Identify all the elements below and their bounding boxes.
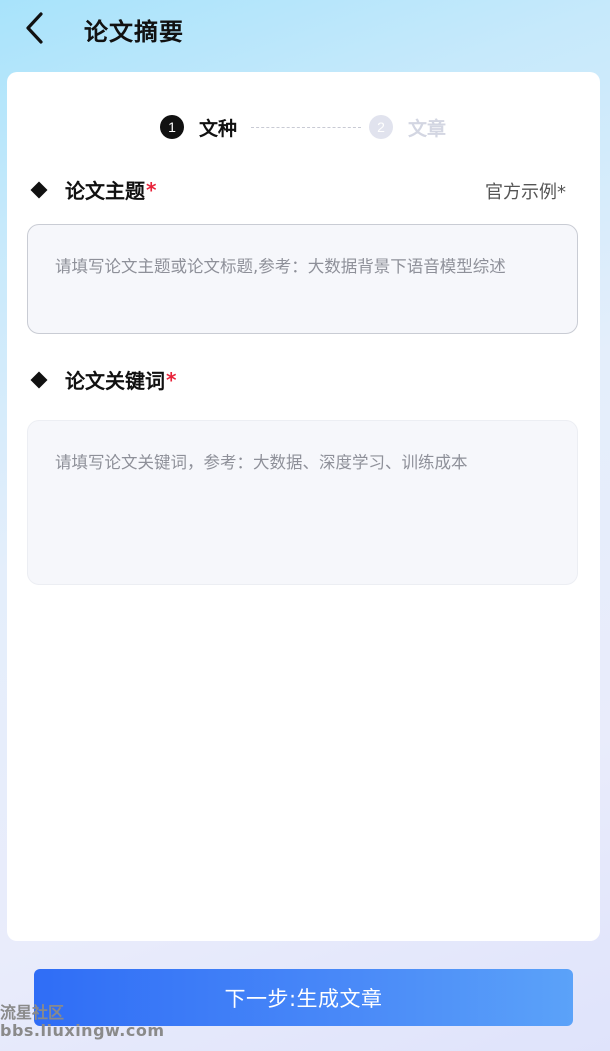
diamond-bullet-icon	[30, 181, 48, 198]
back-button[interactable]	[12, 8, 56, 48]
required-mark: *	[146, 177, 157, 202]
watermark: 流星社区 bbs.liuxingw.com	[0, 1003, 165, 1041]
topic-input[interactable]	[27, 224, 578, 334]
step-2-label: 文章	[408, 117, 447, 140]
header-bar: 论文摘要	[0, 0, 610, 60]
keywords-label: 论文关键词	[65, 369, 165, 393]
watermark-line-1: 流星社区	[0, 1003, 65, 1022]
keywords-input[interactable]	[27, 420, 578, 585]
step-2-number: 2	[369, 115, 394, 139]
chevron-left-icon	[26, 12, 43, 44]
step-indicator: 1 文种 2 文章	[160, 114, 446, 140]
step-connector	[251, 126, 362, 128]
diamond-bullet-icon	[30, 371, 48, 388]
topic-section-title: 论文主题 *	[29, 175, 156, 204]
step-1-label: 文种	[199, 117, 238, 140]
topic-label: 论文主题	[65, 179, 145, 203]
step-1-number: 1	[160, 115, 184, 139]
page-title: 论文摘要	[84, 18, 184, 46]
form-card: 1 文种 2 文章 论文主题* 官方示例* 论文关键词*	[7, 72, 600, 941]
watermark-line-2: bbs.liuxingw.com	[0, 1021, 165, 1041]
official-example-link[interactable]: 官方示例*	[485, 178, 566, 204]
keywords-section-title: 论文关键词 *	[29, 365, 176, 394]
required-mark: *	[166, 367, 177, 392]
